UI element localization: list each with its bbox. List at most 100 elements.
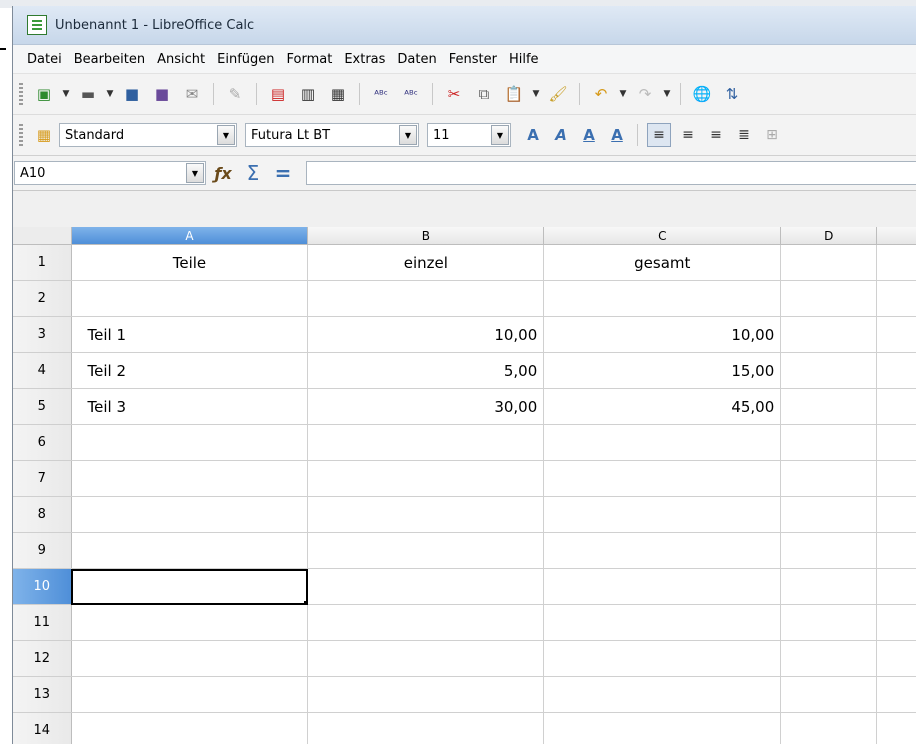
toolbar-grip[interactable] bbox=[19, 83, 23, 105]
menu-hilfe[interactable]: Hilfe bbox=[503, 52, 545, 67]
outline-font-icon[interactable]: A bbox=[606, 124, 628, 146]
cell-c-5[interactable]: 45,00 bbox=[543, 388, 782, 425]
sort-ascending-icon[interactable]: ⇅ bbox=[721, 83, 743, 105]
cell-b-6[interactable] bbox=[307, 424, 545, 461]
cell-a-5[interactable]: Teil 3 bbox=[71, 388, 309, 425]
cell-d-9[interactable] bbox=[780, 532, 878, 569]
print-preview-icon[interactable]: ▦ bbox=[327, 83, 349, 105]
undo-icon[interactable]: ↶ bbox=[590, 83, 612, 105]
cell-e-5[interactable] bbox=[876, 388, 916, 425]
cell-b-12[interactable] bbox=[307, 640, 545, 677]
chevron-down-icon[interactable]: ▼ bbox=[491, 125, 509, 145]
sum-icon[interactable]: Σ bbox=[240, 161, 266, 185]
column-header-d[interactable]: D bbox=[780, 227, 878, 245]
row-header[interactable]: 10 bbox=[13, 568, 72, 605]
cell-b-3[interactable]: 10,00 bbox=[307, 316, 545, 353]
cell-a-13[interactable] bbox=[71, 676, 309, 713]
cell-d-4[interactable] bbox=[780, 352, 878, 389]
align-center-icon[interactable]: ≡ bbox=[677, 124, 699, 146]
row-header[interactable]: 4 bbox=[13, 352, 72, 389]
autospellcheck-icon[interactable]: ᴬᴮᶜ bbox=[400, 83, 422, 105]
cell-d-2[interactable] bbox=[780, 280, 878, 317]
cell-a-12[interactable] bbox=[71, 640, 309, 677]
column-header-a[interactable]: A bbox=[71, 227, 309, 245]
cell-e-4[interactable] bbox=[876, 352, 916, 389]
cut-icon[interactable]: ✂ bbox=[443, 83, 465, 105]
save-as-icon[interactable]: ■ bbox=[151, 83, 173, 105]
export-pdf-icon[interactable]: ▤ bbox=[267, 83, 289, 105]
cell-b-10[interactable] bbox=[307, 568, 545, 605]
new-document-icon[interactable]: ▣ bbox=[33, 83, 55, 105]
cell-e-10[interactable] bbox=[876, 568, 916, 605]
column-header-c[interactable]: C bbox=[543, 227, 782, 245]
row-header[interactable]: 9 bbox=[13, 532, 72, 569]
new-dropdown-icon[interactable]: ▼ bbox=[61, 83, 71, 105]
redo-dropdown-icon[interactable]: ▼ bbox=[662, 83, 672, 105]
cell-c-1[interactable]: gesamt bbox=[543, 244, 782, 281]
row-header[interactable]: 6 bbox=[13, 424, 72, 461]
chevron-down-icon[interactable]: ▼ bbox=[399, 125, 417, 145]
redo-icon[interactable]: ↷ bbox=[634, 83, 656, 105]
paste-dropdown-icon[interactable]: ▼ bbox=[531, 83, 541, 105]
cell-c-11[interactable] bbox=[543, 604, 782, 641]
align-left-icon[interactable]: ≡ bbox=[647, 123, 671, 147]
menu-extras[interactable]: Extras bbox=[338, 52, 391, 67]
cell-e-11[interactable] bbox=[876, 604, 916, 641]
row-header[interactable]: 1 bbox=[13, 244, 72, 281]
font-name-select[interactable]: Futura Lt BT ▼ bbox=[245, 123, 419, 147]
cell-a-6[interactable] bbox=[71, 424, 309, 461]
cell-a-8[interactable] bbox=[71, 496, 309, 533]
cell-e-1[interactable] bbox=[876, 244, 916, 281]
row-header[interactable]: 7 bbox=[13, 460, 72, 497]
formula-icon[interactable]: = bbox=[270, 161, 296, 185]
cell-c-13[interactable] bbox=[543, 676, 782, 713]
undo-dropdown-icon[interactable]: ▼ bbox=[618, 83, 628, 105]
cell-b-11[interactable] bbox=[307, 604, 545, 641]
merge-cells-icon[interactable]: ⊞ bbox=[761, 124, 783, 146]
row-header[interactable]: 3 bbox=[13, 316, 72, 353]
font-size-select[interactable]: 11 ▼ bbox=[427, 123, 511, 147]
cell-e-2[interactable] bbox=[876, 280, 916, 317]
cell-d-10[interactable] bbox=[780, 568, 878, 605]
column-header-b[interactable]: B bbox=[307, 227, 545, 245]
cell-c-6[interactable] bbox=[543, 424, 782, 461]
cell-e-9[interactable] bbox=[876, 532, 916, 569]
bold-icon[interactable]: A bbox=[522, 124, 544, 146]
cell-d-3[interactable] bbox=[780, 316, 878, 353]
cell-e-8[interactable] bbox=[876, 496, 916, 533]
menu-bearbeiten[interactable]: Bearbeiten bbox=[68, 52, 151, 67]
clone-formatting-icon[interactable]: 🖌 bbox=[547, 83, 569, 105]
cell-e-7[interactable] bbox=[876, 460, 916, 497]
paragraph-style-select[interactable]: Standard ▼ bbox=[59, 123, 237, 147]
cell-c-3[interactable]: 10,00 bbox=[543, 316, 782, 353]
cell-d-12[interactable] bbox=[780, 640, 878, 677]
cell-e-13[interactable] bbox=[876, 676, 916, 713]
cell-c-2[interactable] bbox=[543, 280, 782, 317]
save-icon[interactable]: ■ bbox=[121, 83, 143, 105]
cell-d-7[interactable] bbox=[780, 460, 878, 497]
chevron-down-icon[interactable]: ▼ bbox=[186, 163, 204, 183]
cell-c-10[interactable] bbox=[543, 568, 782, 605]
row-header[interactable]: 2 bbox=[13, 280, 72, 317]
cell-d-14[interactable] bbox=[780, 712, 878, 744]
select-all-corner[interactable] bbox=[13, 227, 72, 245]
cell-c-4[interactable]: 15,00 bbox=[543, 352, 782, 389]
menu-einfuegen[interactable]: Einfügen bbox=[211, 52, 280, 67]
cell-a-10[interactable] bbox=[71, 568, 309, 605]
cell-e-6[interactable] bbox=[876, 424, 916, 461]
cell-c-8[interactable] bbox=[543, 496, 782, 533]
cell-a-7[interactable] bbox=[71, 460, 309, 497]
menu-datei[interactable]: Datei bbox=[21, 52, 68, 67]
cell-a-9[interactable] bbox=[71, 532, 309, 569]
cell-b-9[interactable] bbox=[307, 532, 545, 569]
cell-d-5[interactable] bbox=[780, 388, 878, 425]
cell-c-14[interactable] bbox=[543, 712, 782, 744]
cell-a-11[interactable] bbox=[71, 604, 309, 641]
italic-icon[interactable]: A bbox=[550, 124, 572, 146]
open-folder-icon[interactable]: ▬ bbox=[77, 83, 99, 105]
cell-a-2[interactable] bbox=[71, 280, 309, 317]
cell-a-3[interactable]: Teil 1 bbox=[71, 316, 309, 353]
styles-icon[interactable]: ▦ bbox=[33, 124, 55, 146]
cell-b-7[interactable] bbox=[307, 460, 545, 497]
cell-a-1[interactable]: Teile bbox=[71, 244, 309, 281]
